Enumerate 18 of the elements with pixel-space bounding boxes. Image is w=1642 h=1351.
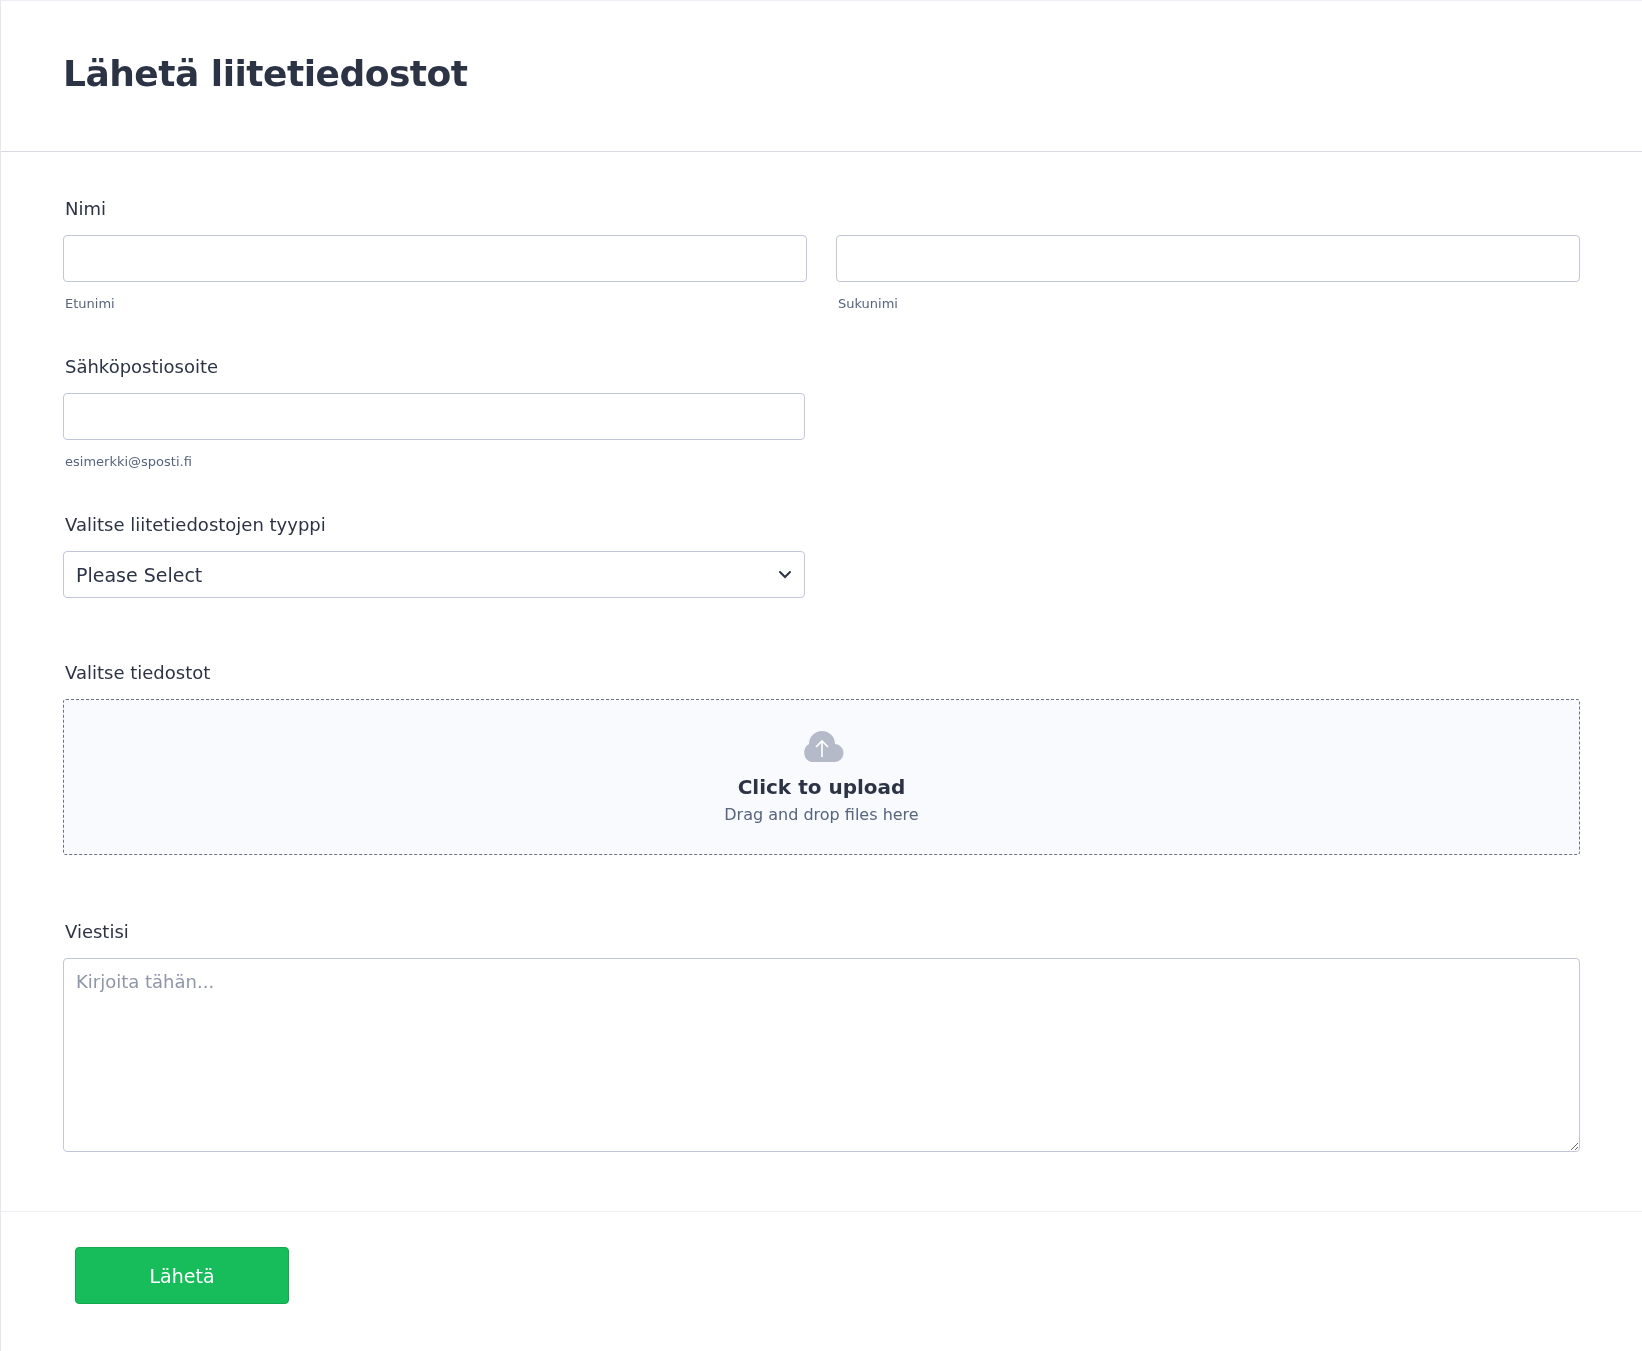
field-label: Valitse tiedostot [64, 662, 212, 683]
dropdown[interactable]: Please Select [63, 551, 805, 598]
field-label: Nimi [64, 198, 107, 219]
upload-dropzone[interactable]: Click to upload Drag and drop files here [63, 699, 1580, 855]
text-input[interactable] [63, 235, 807, 282]
email-input[interactable] [63, 393, 805, 440]
field-label: Viestisi [64, 921, 130, 942]
field-sublabel: Sukunimi [837, 296, 899, 311]
field-sublabel: esimerkki@sposti.fi [64, 454, 193, 469]
field-sublabel: Etunimi [64, 296, 116, 311]
field-label: Valitse liitetiedostojen tyyppi [64, 514, 327, 535]
upload-title: Click to upload [737, 774, 906, 799]
text-input[interactable] [836, 235, 1580, 282]
form-title: Lähetä liitetiedostot [63, 53, 469, 94]
upload-hint: Drag and drop files here [724, 804, 919, 824]
field-label: Sähköpostiosoite [64, 356, 220, 377]
chevron-down-icon [778, 570, 792, 579]
message-textarea[interactable]: Kirjoita tähän... [63, 958, 1580, 1152]
